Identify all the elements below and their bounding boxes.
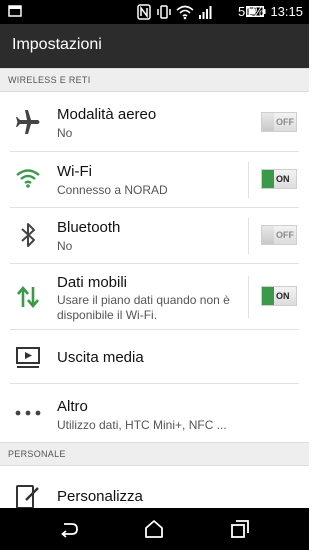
setting-wifi[interactable]: Wi-Fi Connesso a NORAD ON: [0, 152, 309, 208]
row-subtitle: Utilizzo dati, HTC Mini+, NFC ...: [57, 418, 227, 432]
toggle-label: ON: [276, 174, 290, 184]
setting-mobile-data[interactable]: Dati mobili Usare il piano dati quando n…: [0, 264, 309, 330]
clock: 13:15: [270, 4, 303, 19]
wifi-status-icon: [176, 5, 194, 20]
row-subtitle-line1: Usare il piano dati quando non è: [57, 293, 230, 307]
navigation-bar: [0, 508, 309, 550]
personalize-icon: [16, 485, 39, 509]
bluetooth-icon: [21, 223, 35, 247]
notification-icon: [8, 5, 22, 17]
mobile-data-icon: [17, 285, 39, 309]
row-title: Uscita media: [57, 349, 144, 366]
home-icon[interactable]: [143, 518, 165, 540]
signal-icon: [199, 6, 212, 19]
setting-media-output[interactable]: Uscita media: [0, 330, 309, 384]
separator: [248, 276, 249, 318]
wifi-icon: [16, 169, 40, 188]
section-label: PERSONALE: [8, 449, 66, 459]
row-title: Modalità aereo: [57, 106, 157, 123]
back-icon[interactable]: [58, 518, 80, 540]
airplane-icon: [16, 110, 40, 134]
media-output-icon: [16, 347, 40, 368]
row-title: Altro: [57, 398, 88, 415]
section-header-personal: PERSONALE: [0, 442, 309, 466]
row-subtitle-line2: disponibile il Wi-Fi.: [57, 308, 158, 322]
row-subtitle: Connesso a NORAD: [57, 183, 168, 197]
nfc-icon: [137, 4, 151, 20]
airplane-toggle[interactable]: OFF: [261, 112, 297, 132]
bluetooth-toggle[interactable]: OFF: [261, 225, 297, 245]
vibrate-icon: [157, 5, 171, 19]
battery-icon: [246, 6, 266, 17]
toggle-knob: [262, 226, 274, 244]
separator: [248, 218, 249, 254]
row-subtitle: No: [57, 126, 73, 140]
section-label: WIRELESS E RETI: [8, 75, 91, 85]
setting-more[interactable]: Altro Utilizzo dati, HTC Mini+, NFC ...: [0, 384, 309, 442]
toggle-label: OFF: [276, 230, 294, 240]
separator: [248, 162, 249, 198]
setting-airplane-mode[interactable]: Modalità aereo No OFF: [0, 92, 309, 152]
row-subtitle: No: [57, 239, 73, 253]
setting-personalize[interactable]: Personalizza: [0, 466, 309, 509]
row-title: Dati mobili: [57, 274, 128, 291]
mobile-data-toggle[interactable]: ON: [261, 286, 297, 306]
toggle-knob: [262, 113, 274, 131]
section-header-wireless: WIRELESS E RETI: [0, 68, 309, 92]
toggle-label: ON: [276, 291, 290, 301]
more-icon: [15, 410, 41, 416]
toggle-knob: [262, 287, 274, 305]
recents-icon[interactable]: [229, 518, 251, 540]
row-title: Personalizza: [57, 488, 143, 505]
app-bar: Impostazioni: [0, 24, 309, 68]
page-title: Impostazioni: [12, 36, 102, 53]
status-bar: 51% 13:15: [0, 0, 309, 24]
setting-bluetooth[interactable]: Bluetooth No OFF: [0, 208, 309, 264]
row-title: Bluetooth: [57, 219, 121, 236]
wifi-toggle[interactable]: ON: [261, 169, 297, 189]
toggle-knob: [262, 170, 274, 188]
toggle-label: OFF: [276, 117, 294, 127]
row-title: Wi-Fi: [57, 163, 92, 180]
